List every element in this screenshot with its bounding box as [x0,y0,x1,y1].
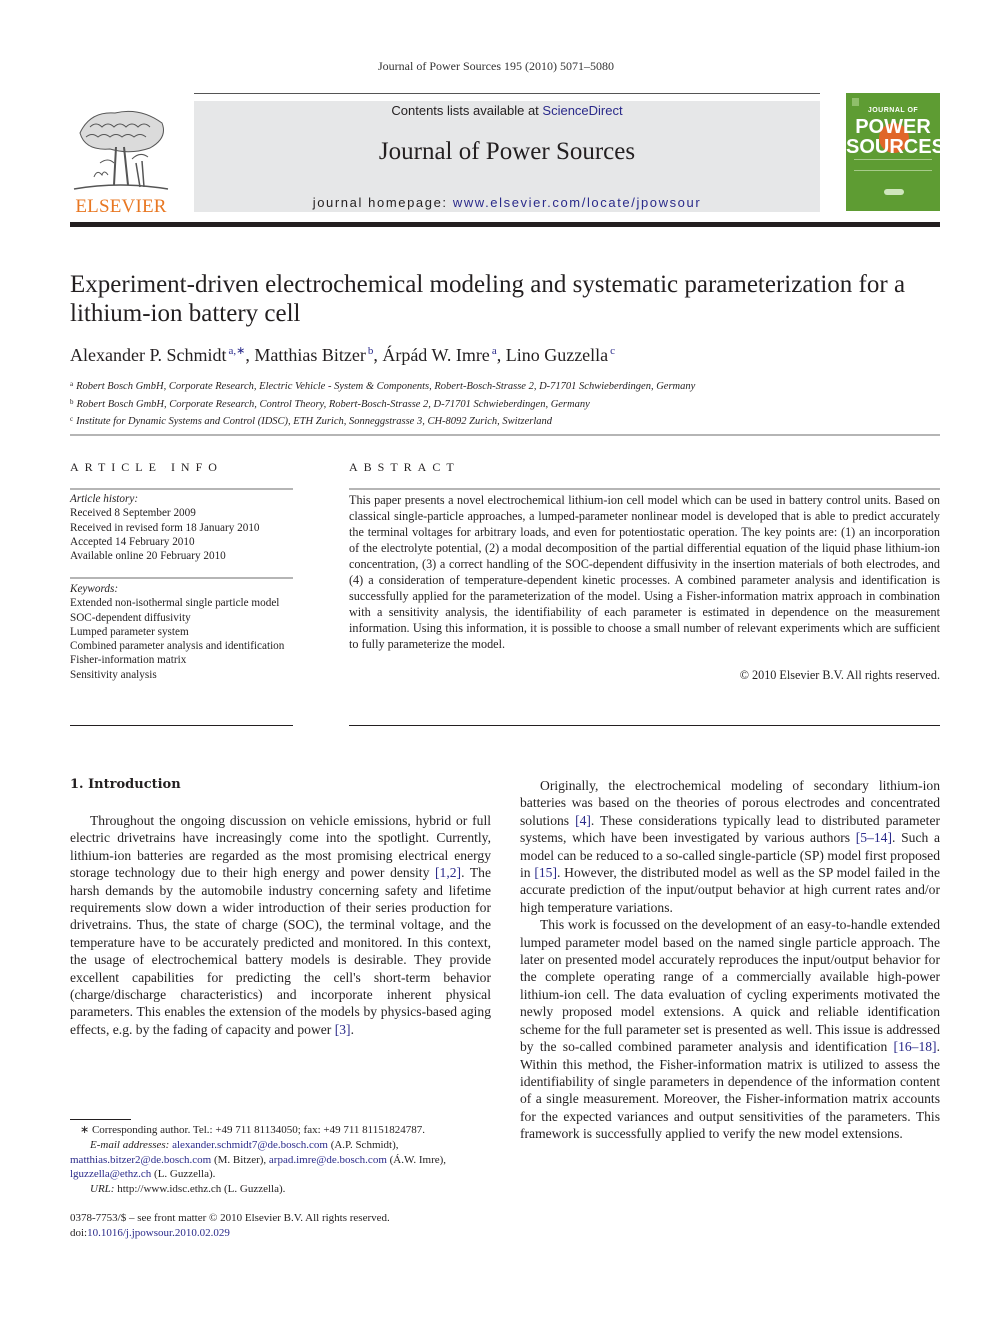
keywords-label: Keywords: [70,583,119,595]
url-label: URL: [90,1183,115,1196]
cover-top-text: JOURNAL OF [867,107,919,114]
email-owner: (Á.W. Imre), [386,1153,447,1166]
body-left-column: Throughout the ongoing discussion on veh… [70,812,491,1038]
abstract-text: This paper presents a novel electrochemi… [349,493,940,651]
affiliation-text: Robert Bosch GmbH, Corporate Research, C… [76,398,590,410]
doi-line: doi:10.1016/j.jpowsour.2010.02.029 [70,1226,492,1241]
article-info-heading: ARTICLE INFO [70,460,223,474]
cover-sciencedirect-logo-icon [884,189,904,195]
url-text[interactable]: http://www.idsc.ethz.ch (L. Guzzella). [114,1183,285,1195]
cover-title-line1: POWER [855,116,931,138]
journal-homepage-line: journal homepage: www.elsevier.com/locat… [194,195,820,210]
abstract-heading: ABSTRACT [349,460,460,474]
footnote-rule [70,1119,131,1120]
article-history-label: Article history: [70,493,139,505]
citation-link[interactable]: [4] [575,813,591,828]
body-paragraph: This work is focussed on the development… [520,916,940,1142]
homepage-prefix: journal homepage: [312,195,453,210]
author-name: Árpád W. Imre [382,345,490,365]
elsevier-wordmark: ELSEVIER [75,196,167,217]
affiliation-text: Institute for Dynamic Systems and Contro… [76,416,553,427]
cover-logo-mark [852,98,859,106]
keyword-item: Combined parameter analysis and identifi… [70,640,285,653]
abstract-rule [349,488,940,490]
url-note: URL: http://www.idsc.ethz.ch (L. Guzzell… [70,1182,492,1197]
history-item: Received in revised form 18 January 2010 [70,521,260,534]
email-owner: (M. Bitzer), [211,1153,269,1166]
email-owner: (L. Guzzella). [151,1168,216,1181]
author-name: Lino Guzzella [505,345,609,365]
doi-link[interactable]: 10.1016/j.jpowsour.2010.02.029 [87,1227,230,1239]
paragraph-text: . Within this method, the Fisher-informa… [520,1039,940,1142]
email-link[interactable]: alexander.schmidt7@de.bosch.com [172,1139,328,1151]
affiliation-text: Robert Bosch GmbH, Corporate Research, E… [76,381,696,392]
section-heading-introduction: 1. Introduction [70,777,181,792]
journal-cover-thumbnail: JOURNAL OF POWER SOURCES [846,93,940,211]
title-block-divider [70,434,940,436]
running-header: Journal of Power Sources 195 (2010) 5071… [378,59,614,73]
body-right-column: Originally, the electrochemical modeling… [520,777,940,1143]
footnotes: ∗ Corresponding author. Tel.: +49 711 81… [70,1123,492,1197]
keyword-item: Fisher-information matrix [70,654,187,667]
email-link[interactable]: lguzzella@ethz.ch [70,1168,151,1180]
affiliation-item: b Robert Bosch GmbH, Corporate Research, … [70,395,940,413]
body-paragraph: Throughout the ongoing discussion on veh… [70,812,491,1038]
paragraph-text: . However, the distributed model as well… [520,865,940,915]
affiliation-mark: a [70,380,74,388]
author-name: Matthias Bitzer [254,345,366,365]
keywords: Keywords: Extended non-isothermal single… [70,582,293,682]
sciencedirect-link[interactable]: ScienceDirect [542,103,622,118]
affiliation-item: a Robert Bosch GmbH, Corporate Research, … [70,377,940,395]
keyword-item: Lumped parameter system [70,625,189,638]
cover-title-line2: SOURCES [846,136,940,158]
affiliation-mark: c [70,415,74,423]
journal-name: Journal of Power Sources [378,138,636,165]
email-link[interactable]: matthias.bitzer2@de.bosch.com [70,1154,211,1166]
email-addresses: E-mail addresses: alexander.schmidt7@de.… [70,1138,492,1182]
abstract-copyright: © 2010 Elsevier B.V. All rights reserved… [739,668,940,682]
citation-link[interactable]: [1,2] [435,865,461,880]
doi-prefix: doi: [70,1226,88,1239]
masthead-bottom-rule [70,222,940,227]
issn-doi-block: 0378-7753/$ – see front matter © 2010 El… [70,1211,492,1241]
article-title: Experiment-driven electrochemical modeli… [70,271,906,327]
keywords-rule [70,577,293,579]
issn-line: 0378-7753/$ – see front matter © 2010 El… [70,1212,390,1224]
keyword-item: SOC-dependent diffusivity [70,611,191,624]
author-list: Alexander P. Schmidt a,∗, Matthias Bitzer… [70,345,616,365]
affiliation-item: c Institute for Dynamic Systems and Contr… [70,412,940,430]
history-item: Received 8 September 2009 [70,507,196,520]
paragraph-text: . [350,1021,354,1037]
article-history: Article history: Received 8 September 20… [70,492,293,563]
article-info-bottom-rule [70,725,293,726]
affiliations: a Robert Bosch GmbH, Corporate Research, … [70,377,940,430]
contents-line: Contents lists available at ScienceDirec… [194,103,820,118]
citation-link[interactable]: [3] [335,1022,351,1037]
journal-homepage-link[interactable]: www.elsevier.com/locate/jpowsour [453,195,701,210]
abstract-bottom-rule [349,725,940,726]
keyword-item: Sensitivity analysis [70,668,157,681]
keyword-item: Extended non-isothermal single particle … [70,597,280,610]
paragraph-text: This work is focussed on the development… [520,917,940,1055]
paragraph-text: . The harsh demands by the automobile in… [70,865,491,1037]
author-name: Alexander P. Schmidt [70,345,227,365]
corresponding-author-note: ∗ Corresponding author. Tel.: +49 711 81… [80,1124,426,1136]
body-paragraph: Originally, the electrochemical modeling… [520,777,940,916]
paragraph-text: Throughout the ongoing discussion on veh… [70,813,491,881]
author-affil-marks[interactable]: c [610,345,615,357]
cover-subtitle-lines [854,159,932,171]
email-link[interactable]: arpad.imre@de.bosch.com [269,1154,387,1166]
masthead-top-rule [194,93,820,94]
affiliation-mark: b [70,397,74,406]
author-affil-marks[interactable]: a,∗ [228,345,245,357]
history-item: Accepted 14 February 2010 [70,535,195,548]
citation-link[interactable]: [15] [534,865,557,880]
history-item: Available online 20 February 2010 [70,550,226,563]
citation-link[interactable]: [5–14] [856,830,892,845]
email-owner: (A.P. Schmidt), [327,1138,399,1151]
citation-link[interactable]: [16–18] [894,1039,937,1054]
email-label: E-mail addresses: [90,1138,170,1151]
article-info-rule [70,488,293,490]
contents-prefix: Contents lists available at [391,103,543,118]
